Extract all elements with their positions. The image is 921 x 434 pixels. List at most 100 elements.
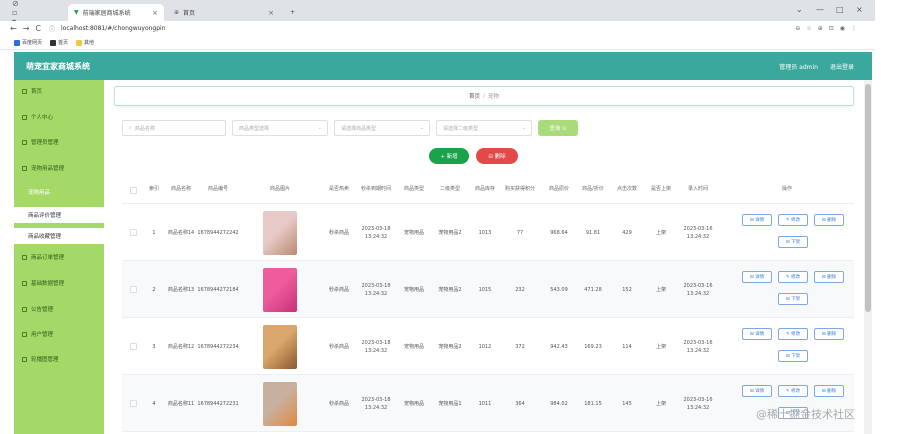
- name-search-input[interactable]: ⌕ 商品名称: [122, 120, 226, 136]
- browser-tab[interactable]: ⊕ 首页 ×: [168, 4, 280, 21]
- cell-code: 1678944272231: [197, 400, 239, 407]
- sidebar-item-home[interactable]: 首页: [14, 84, 104, 98]
- chevron-down-icon: ⌄: [419, 125, 424, 131]
- select-all-checkbox[interactable]: [122, 176, 144, 204]
- table-row: 2 商品名称13 1678944272184 秒杀商品 2023-03-18 13:24…: [122, 261, 854, 318]
- cell-created: 2023-03-16 13:24:32: [683, 396, 713, 411]
- sidebar: 首页 个人中心 管理员管理 宠物用品管理 宠物用品 商品评价管理 商品收藏管理 …: [14, 80, 104, 434]
- cell-name: 商品名称11: [167, 400, 195, 407]
- image-icon: [22, 356, 27, 362]
- logout-link[interactable]: 退出登录: [830, 62, 854, 71]
- add-button[interactable]: + 新增: [429, 148, 469, 164]
- browser-actions[interactable]: ⊖☆⊕⊡◉⋮: [795, 25, 863, 32]
- row-checkbox[interactable]: [122, 375, 144, 432]
- product-image[interactable]: [263, 267, 297, 312]
- row-delete-button[interactable]: ⊟ 删除: [814, 214, 844, 226]
- col-header: 商品类型: [403, 186, 424, 193]
- cell-stock: 1015: [478, 286, 492, 293]
- cell-index: 1: [152, 229, 156, 236]
- col-header: 操作: [781, 186, 792, 193]
- sidebar-item-orders[interactable]: 商品订单管理: [14, 250, 104, 264]
- sidebar-item-products[interactable]: 宠物用品管理: [14, 161, 104, 175]
- cell-code: 1678944272184: [197, 286, 239, 293]
- edit-button[interactable]: ✎ 修改: [778, 214, 808, 226]
- grid-icon: [22, 165, 27, 171]
- url-field[interactable]: localhost:8081/#/chongwuyongpin: [61, 25, 166, 32]
- offshelf-button[interactable]: ⊟ 下架: [778, 236, 808, 248]
- col-header: 二级类型: [439, 186, 460, 193]
- offshelf-button[interactable]: ⊟ 下架: [778, 293, 808, 305]
- detail-button[interactable]: ⊟ 详情: [742, 271, 772, 283]
- cell-type2: 宠物用品2: [438, 343, 462, 350]
- user-icon: [22, 114, 27, 120]
- product-image[interactable]: [263, 324, 297, 369]
- col-header: 商品库存: [474, 186, 495, 193]
- sidebar-item-notices[interactable]: 公告管理: [14, 302, 104, 316]
- cell-type: 宠物用品: [403, 400, 424, 407]
- tab-close-icon[interactable]: ×: [268, 9, 274, 17]
- scrollbar[interactable]: [864, 80, 872, 434]
- cell-onsale: 上架: [655, 229, 666, 236]
- row-checkbox[interactable]: [122, 261, 144, 318]
- edit-button[interactable]: ✎ 修改: [778, 385, 808, 397]
- browser-tab-active[interactable]: ▼ 前端家居商城系统 ×: [68, 4, 164, 21]
- col-header: 索引: [148, 186, 159, 193]
- cell-discount: 181.15: [584, 400, 602, 407]
- search-button[interactable]: 查询 ⊙: [538, 120, 578, 136]
- edit-button[interactable]: ✎ 修改: [778, 328, 808, 340]
- type-select[interactable]: 请选择商品类型 ⌄: [334, 120, 430, 136]
- sidebar-item-basedata[interactable]: 基础数据管理: [14, 276, 104, 290]
- detail-button[interactable]: ⊟ 详情: [742, 214, 772, 226]
- offshelf-button[interactable]: ⊟ 下架: [778, 350, 808, 362]
- col-header: 商品编号: [207, 186, 228, 193]
- delete-button[interactable]: ⊟ 删除: [476, 148, 518, 164]
- minimize-icon[interactable]: —: [816, 5, 824, 14]
- breadcrumb-home[interactable]: 首页: [469, 92, 480, 100]
- cell-code: 1678944272242: [197, 229, 239, 236]
- row-checkbox[interactable]: [122, 318, 144, 375]
- subtype-select[interactable]: 请选择二级类型 ⌄: [436, 120, 532, 136]
- sidebar-item-profile[interactable]: 个人中心: [14, 110, 104, 124]
- bookmark-item[interactable]: 百度网页: [14, 39, 42, 46]
- sidebar-subitem-reviews[interactable]: 商品评价管理: [14, 207, 104, 223]
- row-checkbox[interactable]: [122, 204, 144, 261]
- cell-expire: 2023-03-18 13:24:32: [361, 225, 391, 240]
- product-image[interactable]: [263, 381, 297, 426]
- cell-discount: 169.23: [584, 343, 602, 350]
- sidebar-subitem-favorites[interactable]: 商品收藏管理: [14, 228, 104, 244]
- table-header: 索引 商品名称 商品编号 商品图片 是否热卖 秒杀到期时间 商品类型 二级类型 …: [122, 176, 854, 204]
- sidebar-subitem-products[interactable]: 宠物用品: [14, 184, 104, 200]
- row-delete-button[interactable]: ⊟ 删除: [814, 328, 844, 340]
- edit-button[interactable]: ✎ 修改: [778, 271, 808, 283]
- product-image[interactable]: [263, 210, 297, 255]
- sidebar-item-admins[interactable]: 管理员管理: [14, 135, 104, 149]
- table-row: 4 商品名称11 1678944272231 秒杀商品 2023-03-18 13:24…: [122, 375, 854, 432]
- tab-close-icon[interactable]: ×: [152, 9, 158, 17]
- table-row: 3 商品名称12 1678944272234 秒杀商品 2023-03-18 13:24…: [122, 318, 854, 375]
- bookmark-item[interactable]: 首页: [50, 39, 68, 46]
- cell-clicks: 114: [622, 343, 632, 350]
- sidebar-item-carousel[interactable]: 轮播图管理: [14, 352, 104, 366]
- tab-search-icon[interactable]: ⌄: [796, 5, 803, 14]
- browser-tab-bar: ⊘ ▫ ▾ ▼ 前端家居商城系统 × ⊕ 首页 × + ⌄ — □ ×: [0, 0, 875, 26]
- cell-hot: 秒杀商品: [328, 343, 349, 350]
- scroll-thumb[interactable]: [865, 84, 871, 312]
- detail-button[interactable]: ⊟ 详情: [742, 385, 772, 397]
- close-window-icon[interactable]: ×: [856, 5, 863, 14]
- cell-index: 2: [152, 286, 156, 293]
- new-tab-button[interactable]: +: [284, 4, 298, 21]
- detail-button[interactable]: ⊟ 详情: [742, 328, 772, 340]
- row-delete-button[interactable]: ⊟ 删除: [814, 385, 844, 397]
- row-delete-button[interactable]: ⊟ 删除: [814, 271, 844, 283]
- tab-nav-icons: ⊘ ▫ ▾: [12, 0, 19, 26]
- sidebar-item-users[interactable]: 用户管理: [14, 327, 104, 341]
- bookmark-icon: [14, 39, 20, 46]
- site-info-icon[interactable]: ⓘ: [49, 24, 55, 33]
- product-image-cell: [250, 375, 310, 432]
- maximize-icon[interactable]: □: [836, 5, 844, 14]
- bookmark-item[interactable]: 其他: [76, 39, 94, 46]
- cell-name: 商品名称12: [167, 343, 195, 350]
- product-type-select[interactable]: 商品类型选择 ⌄: [232, 120, 328, 136]
- cell-points: 372: [515, 343, 525, 350]
- nav-buttons[interactable]: ←→C: [10, 24, 47, 33]
